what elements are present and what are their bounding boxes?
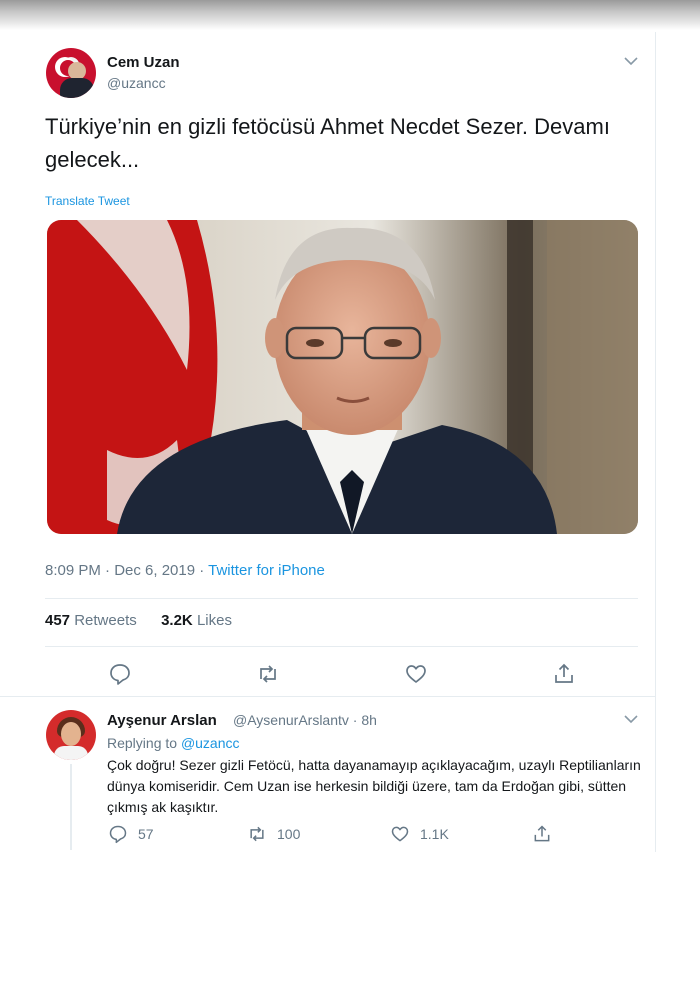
retweet-button[interactable] [256,662,280,686]
reply-icon [110,664,130,685]
retweets-count[interactable]: 457 [45,612,70,629]
share-icon [555,663,573,683]
tweet-source[interactable]: Twitter for iPhone [208,562,325,579]
window-top-shadow [0,0,700,30]
reply-author-avatar[interactable] [46,710,96,760]
replying-to-prefix: Replying to [107,735,181,751]
retweets-label[interactable]: Retweets [74,612,137,629]
author-name[interactable]: Cem Uzan [107,54,180,71]
reply-reply-count: 57 [138,826,154,842]
heart-icon [391,826,409,842]
reply-like-count: 1.1K [420,826,449,842]
author-handle[interactable]: @uzancc [107,75,166,91]
likes-label[interactable]: Likes [197,612,232,629]
divider [45,598,638,599]
like-button[interactable] [404,662,428,686]
tweet-timestamp-line: 8:09 PM · Dec 6, 2019 · Twitter for iPho… [45,562,325,579]
thread-line [70,764,72,850]
share-icon [534,825,550,842]
reply-text: Çok doğru! Sezer gizli Fetöcü, hatta day… [107,757,641,815]
reply-reply-button[interactable]: 57 [108,824,154,844]
chevron-down-icon[interactable] [622,54,640,68]
reply-button[interactable] [108,662,132,686]
divider [0,696,656,697]
reply-retweet-button[interactable]: 100 [247,824,300,844]
reply-author-handle[interactable]: @AysenurArslantv · 8h [233,712,377,728]
retweet-icon [260,665,276,683]
tweet-photo[interactable] [47,220,638,534]
reply-author-name[interactable]: Ayşenur Arslan [107,712,217,729]
replying-to-mention[interactable]: @uzancc [181,735,240,751]
tweet-time[interactable]: 8:09 PM · Dec 6, 2019 · [45,562,208,579]
chevron-down-icon[interactable] [622,712,640,726]
author-avatar[interactable] [46,48,96,98]
reply-icon [109,825,127,844]
tweet-text: Türkiye’nin en gizli fetöcüsü Ahmet Necd… [45,114,610,172]
share-button[interactable] [552,662,576,686]
translate-tweet-link[interactable]: Translate Tweet [45,194,130,208]
tweet-card: Cem Uzan @uzancc Türkiye’nin en gizli fe… [0,32,656,852]
photo-image [47,220,638,534]
reply-like-button[interactable]: 1.1K [390,824,449,844]
retweet-icon [250,826,264,842]
reply-retweet-count: 100 [277,826,301,842]
replying-to: Replying to @uzancc [107,735,240,751]
divider [45,646,638,647]
heart-icon [406,665,426,683]
likes-count[interactable]: 3.2K [161,612,193,629]
reply-share-button[interactable] [532,824,552,844]
tweet-stats: 457 Retweets 3.2K Likes [45,612,232,629]
